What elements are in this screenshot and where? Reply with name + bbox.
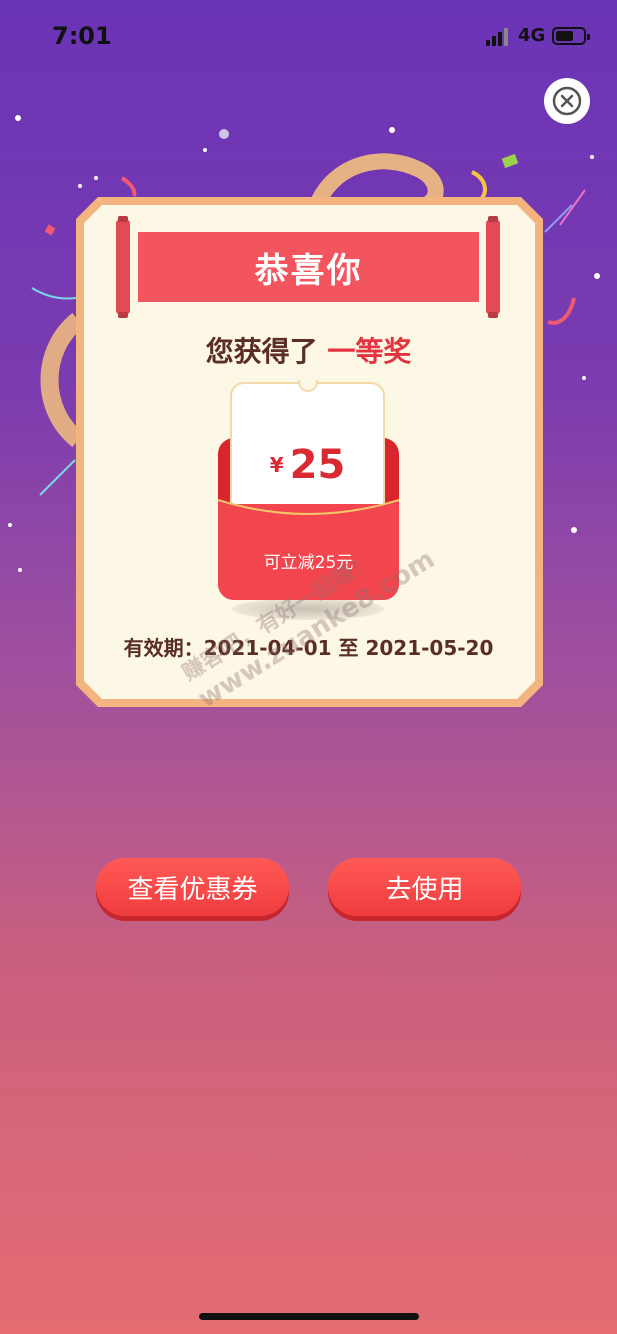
scroll-rod-right <box>486 216 500 318</box>
close-button[interactable] <box>544 78 590 124</box>
scroll-rod-left <box>116 216 130 318</box>
envelope-curve <box>218 499 399 522</box>
close-x-icon <box>552 86 582 116</box>
use-coupon-button[interactable]: 去使用 <box>328 858 521 916</box>
congrats-banner: 恭喜你 <box>138 232 479 302</box>
coupon-value: 25 <box>289 442 346 488</box>
prize-prefix: 您获得了 <box>205 335 318 368</box>
currency-symbol: ¥ <box>269 453 284 477</box>
prize-level: 一等奖 <box>327 335 412 368</box>
prize-line: 您获得了 一等奖 <box>0 330 617 370</box>
home-indicator[interactable] <box>199 1313 419 1320</box>
banner-title: 恭喜你 <box>254 250 363 291</box>
coupon-amount: ¥25 <box>230 442 385 488</box>
view-coupons-button[interactable]: 查看优惠券 <box>96 858 289 916</box>
